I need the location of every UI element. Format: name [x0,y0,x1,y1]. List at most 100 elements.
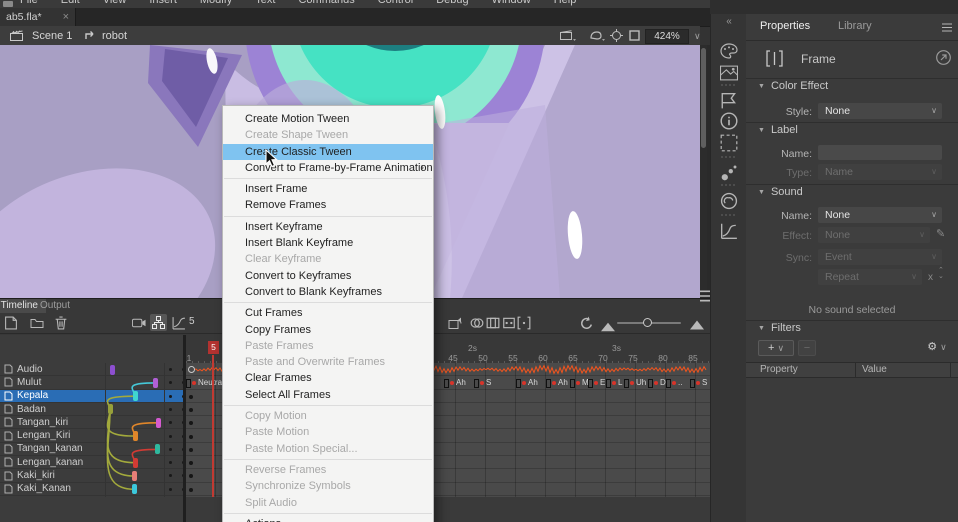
layer-parenting-toggle[interactable] [150,314,167,331]
menu-item-create-motion-tween[interactable]: Create Motion Tween [223,111,433,127]
properties-panel: Properties Library Frame ▼Color Effect S… [746,14,958,522]
style-dropdown[interactable]: None∨ [818,103,942,119]
menu-item-select-all-frames[interactable]: Select All Frames [223,387,433,403]
parent-marker-badan[interactable] [108,404,113,414]
menubar-item-edit[interactable]: Edit [61,0,80,6]
dock-header-gap [710,0,958,14]
tab-library[interactable]: Library [838,20,872,32]
section-label[interactable]: ▼Label [758,124,798,136]
menu-item-convert-to-frame-by-frame-animation[interactable]: Convert to Frame-by-Frame Animation› [223,160,433,176]
menubar-item-debug[interactable]: Debug [436,0,468,6]
menu-item-convert-to-keyframes[interactable]: Convert to Keyframes [223,268,433,284]
parent-marker-lengan-kanan[interactable] [133,458,138,468]
menu-item-clear-frames[interactable]: Clear Frames [223,370,433,386]
edit-multiple-frames-icon[interactable] [502,316,516,330]
onion-skin-outline-icon[interactable] [486,316,500,330]
label-name-input[interactable] [818,145,942,160]
parent-marker-lengan-kiri[interactable] [133,431,138,441]
layer-visibility-dot[interactable] [169,488,172,491]
menubar-item-insert[interactable]: Insert [149,0,177,6]
collapse-triangle-icon: ▼ [758,83,765,90]
playhead-line[interactable] [212,355,214,497]
section-filters[interactable]: ▼Filters [758,322,801,334]
parent-marker-kaki-kanan[interactable] [132,484,137,494]
delete-layer-icon[interactable] [54,316,68,330]
menubar-item-view[interactable]: View [103,0,127,6]
color-palette-icon[interactable] [720,42,738,60]
layer-visibility-dot[interactable] [169,448,172,451]
layer-visibility-dot[interactable] [169,368,172,371]
parent-marker-tangan-kiri[interactable] [156,418,161,428]
menu-item-insert-keyframe[interactable]: Insert Keyframe [223,219,433,235]
breadcrumb-scene[interactable]: Scene 1 [32,30,72,42]
info-icon[interactable] [720,112,738,130]
keyframe-outline [648,379,653,388]
tab-close-icon[interactable]: × [63,11,69,23]
tab-output[interactable]: Output [32,299,78,313]
clip-content-icon[interactable] [629,30,640,41]
help-link-icon[interactable] [936,50,951,65]
zoom-level-input[interactable]: 424% [645,29,689,44]
edit-sound-pencil-icon[interactable]: ✎ [936,227,945,240]
new-folder-icon[interactable] [30,316,44,330]
zoom-dropdown-chevron-icon[interactable]: ∨ [694,31,701,42]
zoom-in-timeline-icon[interactable] [690,318,704,332]
stage-vertical-scrollbar[interactable] [700,45,707,298]
parent-marker-audio[interactable] [110,365,115,375]
playhead-marker[interactable]: 5 [208,341,219,354]
add-filter-button[interactable]: + ∨ [758,340,794,356]
layer-visibility-dot[interactable] [169,408,172,411]
motion-graph-icon[interactable] [720,222,738,240]
layer-visibility-dot[interactable] [169,435,172,438]
timeline-zoom-slider-knob[interactable] [643,318,652,327]
reset-zoom-icon[interactable] [580,316,594,330]
menu-separator [224,405,432,406]
panel-menu-icon[interactable] [942,23,952,32]
center-stage-crosshair-icon[interactable] [610,29,623,42]
transform-icon[interactable] [720,134,738,152]
parent-marker-mulut[interactable] [153,378,158,388]
section-sound[interactable]: ▼Sound [758,186,803,198]
swatches-icon[interactable] [720,64,738,82]
tab-properties[interactable]: Properties [760,20,810,32]
frame-picker-icon[interactable] [720,92,738,110]
creative-cloud-icon[interactable] [720,192,738,210]
menu-item-create-classic-tween[interactable]: Create Classic Tween [223,144,433,160]
menubar-item-text[interactable]: Text [255,0,275,6]
parent-marker-kaki-kiri[interactable] [132,471,137,481]
section-color-effect[interactable]: ▼Color Effect [758,80,828,92]
menubar-item-help[interactable]: Help [554,0,577,6]
menu-item-remove-frames[interactable]: Remove Frames [223,197,433,213]
zoom-out-timeline-icon[interactable] [601,320,615,334]
menu-item-cut-frames[interactable]: Cut Frames [223,305,433,321]
fit-view-icon[interactable] [589,30,605,42]
menubar-item-commands[interactable]: Commands [298,0,354,6]
camera-icon[interactable] [132,316,146,330]
label-type-label: Type: [746,167,812,179]
document-tab[interactable]: ab5.fla* × [0,8,76,26]
menubar-item-control[interactable]: Control [378,0,413,6]
onion-markers-icon[interactable] [517,316,531,330]
layer-visibility-dot[interactable] [169,395,172,398]
menu-item-copy-frames[interactable]: Copy Frames [223,322,433,338]
onion-skin-icon[interactable] [470,316,484,330]
collapse-dock-icon[interactable]: « [720,16,738,34]
menubar-item-modify[interactable]: Modify [200,0,232,6]
menu-item-insert-blank-keyframe[interactable]: Insert Blank Keyframe [223,235,433,251]
menu-item-convert-to-blank-keyframes[interactable]: Convert to Blank Keyframes [223,284,433,300]
menu-item-insert-frame[interactable]: Insert Frame [223,181,433,197]
edit-scene-icon[interactable] [560,30,576,42]
menu-item-actions[interactable]: Actions [223,516,433,522]
graph-editor-icon[interactable] [172,316,186,330]
menubar-item-window[interactable]: Window [492,0,531,6]
brush-library-icon[interactable] [720,164,738,182]
breadcrumb-symbol[interactable]: robot [102,30,127,42]
sound-name-dropdown[interactable]: None∨ [818,207,942,223]
parent-marker-tangan-kanan[interactable] [155,444,160,454]
new-layer-icon[interactable] [4,316,18,330]
center-frame-icon[interactable] [448,316,462,330]
parent-marker-kepala[interactable] [133,391,138,401]
filter-options-gear-button[interactable]: ⚙ ∨ [922,340,952,356]
scrollbar-thumb[interactable] [701,48,706,148]
menubar-item-file[interactable]: File [20,0,38,6]
